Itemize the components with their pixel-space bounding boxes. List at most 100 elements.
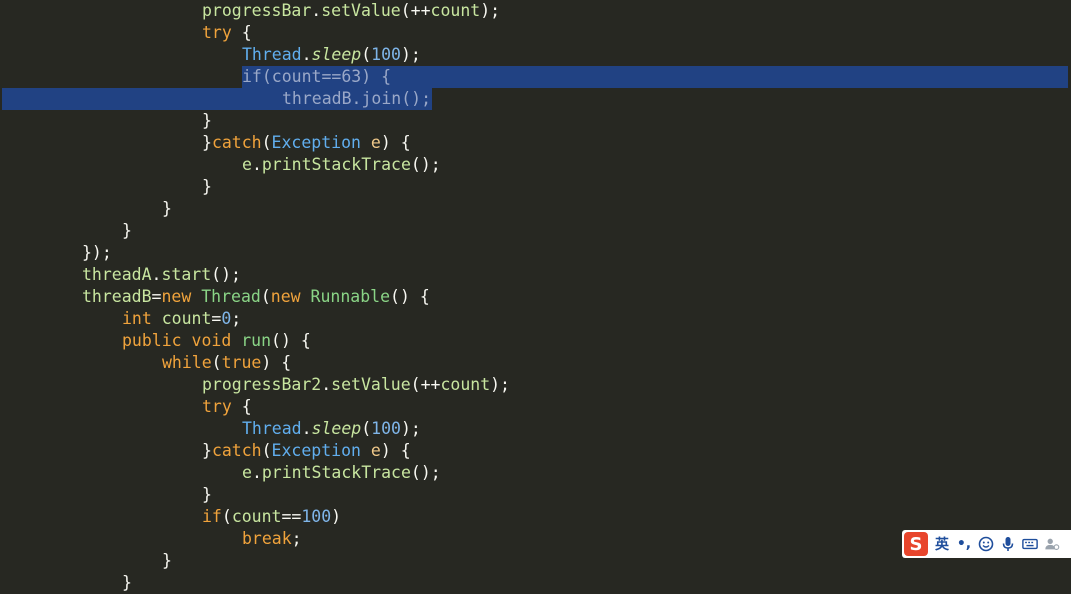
code-token: });: [82, 243, 112, 262]
code-line[interactable]: threadB.join();: [282, 88, 431, 110]
code-line[interactable]: progressBar2.setValue(++count);: [202, 374, 510, 396]
code-token: e: [370, 133, 381, 152]
code-line[interactable]: Thread.sleep(100);: [242, 418, 421, 440]
code-line[interactable]: }: [202, 484, 212, 506]
code-token: =: [151, 287, 162, 306]
smiley-icon[interactable]: [978, 534, 994, 554]
code-token: .: [251, 155, 262, 174]
code-token: ) {: [380, 133, 411, 152]
code-line[interactable]: }: [122, 220, 132, 242]
code-token: try: [202, 23, 232, 42]
code-line[interactable]: }: [122, 572, 132, 594]
ime-mode-toggle[interactable]: 英: [934, 534, 950, 554]
code-token: if: [202, 507, 222, 526]
code-line[interactable]: }: [202, 176, 212, 198]
code-token: Runnable: [310, 287, 391, 306]
ime-toolbar[interactable]: S 英 •,: [902, 530, 1071, 558]
code-line[interactable]: while(true) {: [162, 352, 291, 374]
code-token: );: [400, 45, 421, 64]
code-token: }: [162, 199, 172, 218]
code-token: (++: [400, 1, 431, 20]
code-token: ) {: [380, 441, 411, 460]
code-line[interactable]: threadA.start();: [82, 264, 241, 286]
code-line[interactable]: if(count==100): [202, 506, 341, 528]
code-line[interactable]: threadB=new Thread(new Runnable() {: [82, 286, 430, 308]
code-token: }: [122, 221, 132, 240]
code-token: count: [231, 507, 282, 526]
code-line[interactable]: try {: [202, 396, 252, 418]
code-token: .: [311, 1, 322, 20]
code-line[interactable]: }catch(Exception e) {: [202, 132, 411, 154]
code-line[interactable]: public void run() {: [122, 330, 311, 352]
code-token: ) {: [261, 353, 292, 372]
code-token: .: [301, 419, 312, 438]
code-token: printStackTrace: [261, 463, 411, 482]
code-token: ;: [291, 529, 302, 548]
code-token: 100: [371, 45, 401, 64]
code-token: catch: [211, 133, 262, 152]
code-token: ();: [410, 155, 441, 174]
code-line[interactable]: if(count==63) {: [242, 66, 391, 88]
code-token: }: [202, 485, 212, 504]
code-token: (: [261, 133, 272, 152]
code-token: threadB.join();: [282, 89, 432, 108]
code-token: progressBar: [202, 1, 312, 20]
code-line[interactable]: Thread.sleep(100);: [242, 44, 421, 66]
code-token: printStackTrace: [261, 155, 411, 174]
code-line[interactable]: try {: [202, 22, 252, 44]
code-line[interactable]: int count=0;: [122, 308, 241, 330]
code-token: count: [440, 375, 491, 394]
microphone-icon[interactable]: [1000, 534, 1016, 554]
code-token: (: [361, 45, 372, 64]
code-token: {: [231, 23, 252, 42]
code-token: setValue: [331, 375, 411, 394]
code-token: );: [490, 375, 510, 394]
code-line[interactable]: });: [82, 242, 112, 264]
code-token: }: [202, 441, 212, 460]
code-token: (: [221, 507, 232, 526]
punctuation-toggle[interactable]: •,: [956, 534, 972, 554]
code-token: try: [202, 397, 232, 416]
code-line[interactable]: e.printStackTrace();: [242, 154, 441, 176]
code-token: ();: [410, 463, 441, 482]
code-token: (++: [410, 375, 441, 394]
user-settings-icon[interactable]: [1044, 534, 1060, 554]
code-editor[interactable]: progressBar.setValue(++count); try {Threa…: [0, 0, 1071, 592]
code-token: count: [161, 309, 212, 328]
code-token: count: [430, 1, 481, 20]
code-token: (: [261, 441, 272, 460]
code-line[interactable]: }: [202, 110, 212, 132]
code-line[interactable]: progressBar.setValue(++count);: [202, 0, 500, 22]
code-token: new: [270, 287, 301, 306]
code-token: ==: [281, 507, 302, 526]
code-token: 0: [221, 309, 232, 328]
code-token: .: [251, 463, 262, 482]
code-token: sleep: [311, 419, 362, 438]
code-token: 100: [371, 419, 401, 438]
code-token: int: [122, 309, 152, 328]
code-token: true: [221, 353, 262, 372]
code-token: progressBar2: [202, 375, 322, 394]
code-token: Exception: [271, 441, 361, 460]
keyboard-icon[interactable]: [1022, 534, 1038, 554]
code-token: Exception: [271, 133, 361, 152]
code-token: Thread: [242, 45, 302, 64]
code-line[interactable]: }: [162, 198, 172, 220]
code-line[interactable]: }catch(Exception e) {: [202, 440, 411, 462]
code-token: void: [191, 331, 232, 350]
code-token: threadB: [82, 287, 152, 306]
code-token: Thread: [201, 287, 261, 306]
code-token: ): [331, 507, 342, 526]
code-token: 100: [301, 507, 332, 526]
code-line[interactable]: e.printStackTrace();: [242, 462, 441, 484]
code-line[interactable]: break;: [242, 528, 302, 550]
code-token: while: [162, 353, 212, 372]
code-token: () {: [271, 331, 311, 350]
code-token: catch: [211, 441, 262, 460]
sogou-logo-icon[interactable]: S: [904, 532, 928, 556]
code-line[interactable]: }: [162, 550, 172, 572]
